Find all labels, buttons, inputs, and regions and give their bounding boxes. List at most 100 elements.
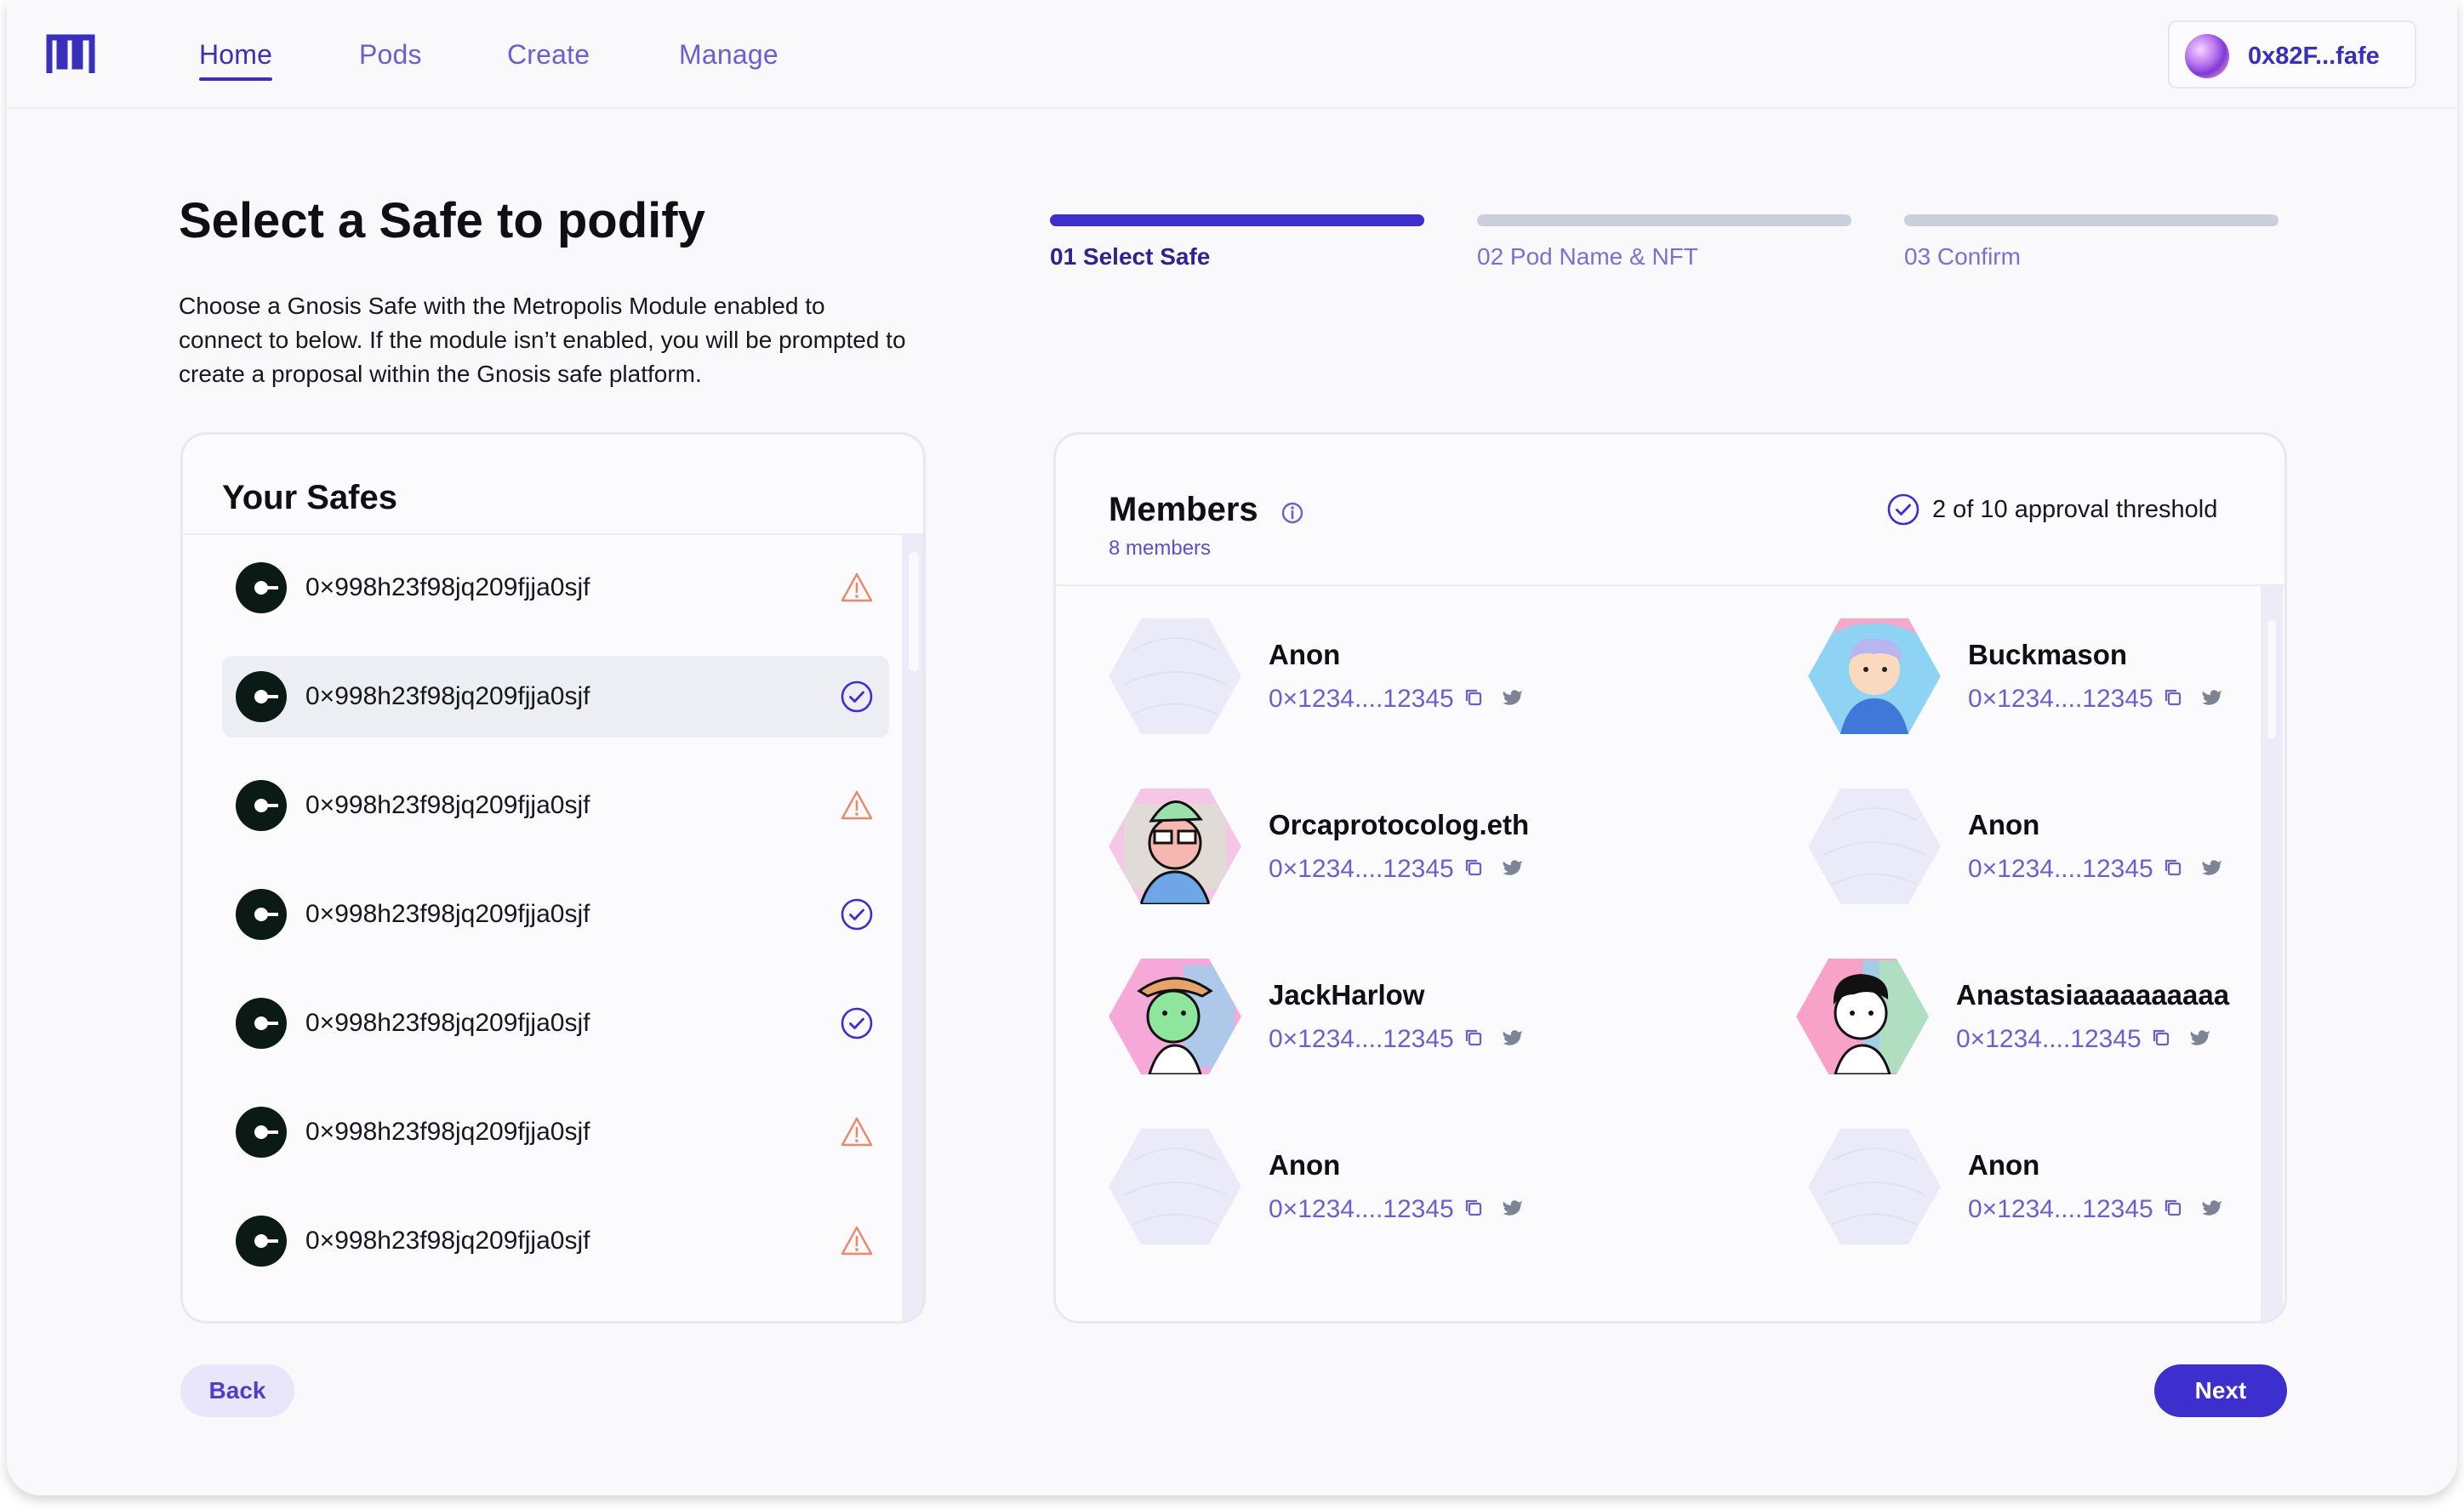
member-address: 0×1234....12345 [1269,685,1454,713]
check-circle-icon [841,1007,873,1039]
member-avatar [1808,1129,1941,1244]
info-icon[interactable] [1280,501,1304,525]
gnosis-safe-icon [236,671,287,722]
members-panel: Members 8 members 2 of 10 approval thres… [1053,432,2287,1324]
step-select-safe: 01 Select Safe [1050,214,1424,270]
nav-home[interactable]: Home [199,39,273,81]
copy-icon[interactable] [2150,1027,2172,1049]
back-button[interactable]: Back [180,1364,294,1417]
approval-threshold: 2 of 10 approval threshold [1932,496,2218,523]
gnosis-safe-icon [236,1216,287,1267]
safe-address: 0×998h23f98jq209fjja0sjf [305,791,590,819]
divider [1056,584,2284,586]
member-avatar [1109,959,1241,1074]
safe-address: 0×998h23f98jq209fjja0sjf [305,1118,590,1146]
safe-address: 0×998h23f98jq209fjja0sjf [305,900,590,928]
twitter-icon[interactable] [2189,1028,2211,1047]
gnosis-safe-icon [236,562,287,613]
copy-icon[interactable] [1463,1197,1485,1219]
warning-icon [841,572,873,602]
step-label: 02 Pod Name & NFT [1477,243,1698,270]
copy-icon[interactable] [1463,857,1485,879]
member-avatar [1808,618,1941,734]
member-card[interactable]: Anon 0×1234....12345 [1107,617,1651,744]
app-window: Home Pods Create Manage 0x82F...fafe Sel… [7,0,2457,1495]
member-card[interactable]: Anastasiaaaaaaaaaa 0×1234....12345 [1794,957,2284,1085]
safes-title: Your Safes [222,479,397,516]
step-label: 03 Confirm [1904,243,2021,270]
twitter-icon[interactable] [2201,688,2223,707]
check-circle-icon [841,680,873,713]
scrollbar[interactable] [2261,586,2283,1321]
page-description: Choose a Gnosis Safe with the Metropolis… [179,293,906,387]
nav-manage[interactable]: Manage [679,39,779,71]
step-label: 01 Select Safe [1050,243,1211,270]
member-avatar [1109,789,1241,904]
gnosis-safe-icon [236,998,287,1049]
gnosis-safe-icon [236,780,287,831]
check-circle-icon [841,898,873,931]
twitter-icon[interactable] [2201,1199,2223,1217]
step-progress-bar [1050,214,1424,226]
member-card[interactable]: Buckmason 0×1234....12345 [1806,617,2284,744]
safe-row[interactable]: 0×998h23f98jq209fjja0sjf [222,765,889,846]
safe-row[interactable]: 0×998h23f98jq209fjja0sjf [222,547,889,629]
safe-row[interactable]: 0×998h23f98jq209fjja0sjf [222,656,889,737]
safe-row[interactable]: 0×998h23f98jq209fjja0sjf [222,874,889,955]
member-avatar [1109,618,1241,734]
copy-icon[interactable] [1463,1027,1485,1049]
next-button[interactable]: Next [2154,1364,2287,1417]
safe-address: 0×998h23f98jq209fjja0sjf [305,573,590,601]
divider [183,533,923,535]
member-name: Orcaprotocolog.eth [1269,809,1530,840]
twitter-icon[interactable] [1502,1028,1524,1047]
twitter-icon[interactable] [1502,858,1524,877]
twitter-icon[interactable] [1502,688,1524,707]
member-name: Anon [1269,1149,1341,1181]
member-card[interactable]: Orcaprotocolog.eth 0×1234....12345 [1107,787,1651,914]
safe-address: 0×998h23f98jq209fjja0sjf [305,1009,590,1037]
twitter-icon[interactable] [1502,1199,1524,1217]
copy-icon[interactable] [2162,1197,2184,1219]
step-pod-name: 02 Pod Name & NFT [1477,214,1851,270]
member-card[interactable]: Anon 0×1234....12345 [1806,1127,2284,1255]
safes-panel: Your Safes 0×998h23f98jq209fjja0sjf 0×998… [180,432,926,1324]
nav-pods[interactable]: Pods [359,39,422,71]
metropolis-logo[interactable] [46,32,95,77]
twitter-icon[interactable] [2201,858,2223,877]
member-avatar [1796,959,1929,1074]
scrollbar-thumb[interactable] [2267,620,2276,739]
gnosis-safe-icon [236,889,287,940]
member-name: Anon [1269,639,1341,670]
warning-icon [841,1117,873,1147]
scrollbar-thumb[interactable] [909,552,919,671]
member-name: Anon [1968,809,2040,840]
check-circle-icon [1887,493,1919,526]
wallet-button[interactable]: 0x82F...fafe [2168,20,2416,88]
members-title: Members [1109,491,1258,528]
member-card[interactable]: JackHarlow 0×1234....12345 [1107,957,1651,1085]
member-card[interactable]: Anon 0×1234....12345 [1806,787,2284,914]
wallet-avatar [2185,34,2229,78]
safe-row[interactable]: 0×998h23f98jq209fjja0sjf [222,982,889,1064]
copy-icon[interactable] [2162,686,2184,709]
member-name: Anastasiaaaaaaaaaa [1956,979,2230,1011]
scrollbar[interactable] [902,533,923,1321]
members-count: 8 members [1109,537,1212,560]
copy-icon[interactable] [1463,686,1485,709]
member-address: 0×1234....12345 [1968,1195,2153,1223]
member-name: Buckmason [1968,639,2128,670]
warning-icon [841,790,873,820]
gnosis-safe-icon [236,1107,287,1158]
copy-icon[interactable] [2162,857,2184,879]
step-progress-bar [1477,214,1851,226]
nav-create[interactable]: Create [507,39,590,71]
warning-icon [841,1226,873,1256]
safe-row[interactable]: 0×998h23f98jq209fjja0sjf [222,1200,889,1282]
safe-row[interactable]: 0×998h23f98jq209fjja0sjf [222,1091,889,1173]
step-confirm: 03 Confirm [1904,214,2279,270]
page-title: Select a Safe to podify [179,193,705,248]
member-card[interactable]: Anon 0×1234....12345 [1107,1127,1651,1255]
member-avatar [1808,789,1941,904]
member-name: JackHarlow [1269,979,1425,1011]
